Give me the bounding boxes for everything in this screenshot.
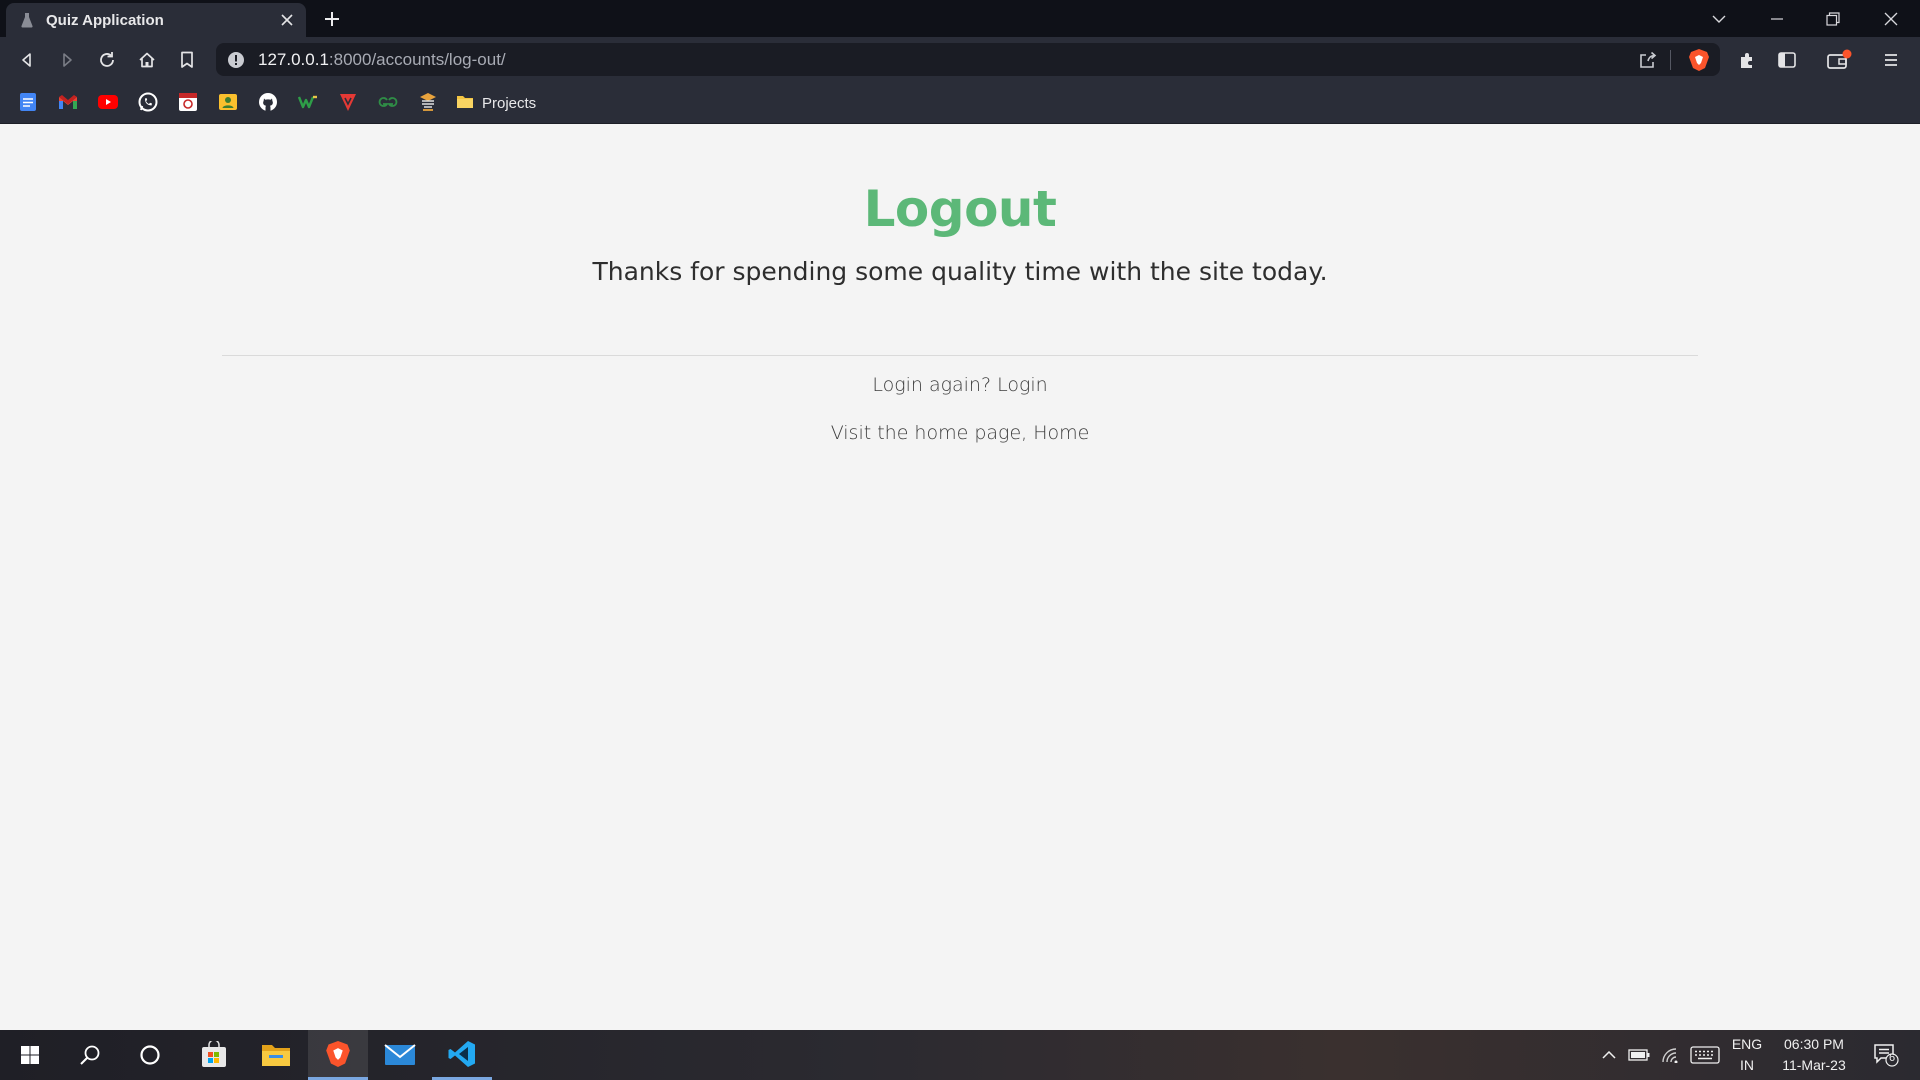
restore-icon[interactable] xyxy=(1810,0,1856,37)
login-prompt: Login again? xyxy=(872,374,992,396)
forward-icon[interactable] xyxy=(54,47,80,73)
bookmark-folder-projects[interactable]: Projects xyxy=(456,92,536,114)
mail-icon[interactable] xyxy=(370,1030,430,1080)
brave-taskbar-icon[interactable] xyxy=(308,1030,368,1080)
language-region: IN xyxy=(1740,1057,1754,1073)
wallet-icon[interactable] xyxy=(1826,47,1852,73)
gmail-icon[interactable] xyxy=(58,92,78,112)
bookmark-folder-label: Projects xyxy=(482,94,537,112)
google-docs-icon[interactable] xyxy=(18,92,38,112)
keyboard-icon[interactable] xyxy=(1688,1030,1722,1080)
new-tab-button[interactable] xyxy=(320,7,344,31)
url-host: 127.0.0.1 xyxy=(258,50,329,69)
home-prompt: Visit the home page, xyxy=(830,422,1028,444)
folder-icon xyxy=(456,94,474,113)
language-indicator[interactable]: ENG IN xyxy=(1726,1030,1768,1080)
file-explorer-icon[interactable] xyxy=(246,1030,306,1080)
info-icon[interactable] xyxy=(227,51,245,73)
home-icon[interactable] xyxy=(134,47,160,73)
bookmark-icon[interactable] xyxy=(174,47,200,73)
whatsapp-icon[interactable] xyxy=(138,92,158,112)
w-bookmark-icon[interactable] xyxy=(298,92,318,112)
github-icon[interactable] xyxy=(258,92,278,112)
youtube-icon[interactable] xyxy=(98,92,118,112)
login-again-line: Login again? Login xyxy=(0,374,1920,396)
extensions-icon[interactable] xyxy=(1734,47,1760,73)
home-link[interactable]: Home xyxy=(1033,422,1089,444)
stack-icon[interactable] xyxy=(418,92,438,112)
menu-icon[interactable] xyxy=(1878,47,1904,73)
browser-toolbar: 127.0.0.1:8000/accounts/log-out/ xyxy=(0,37,1920,82)
microsoft-store-icon[interactable] xyxy=(184,1030,244,1080)
divider xyxy=(222,355,1698,356)
tab-bar: Quiz Application xyxy=(0,0,1920,37)
reload-icon[interactable] xyxy=(94,47,120,73)
page-content: Logout Thanks for spending some quality … xyxy=(0,124,1920,1030)
sidebar-icon[interactable] xyxy=(1774,47,1800,73)
home-page-line: Visit the home page, Home xyxy=(0,422,1920,444)
tab-quiz-application[interactable]: Quiz Application xyxy=(6,3,306,37)
close-icon[interactable] xyxy=(278,11,296,29)
url-text: 127.0.0.1:8000/accounts/log-out/ xyxy=(258,43,506,76)
search-icon[interactable] xyxy=(60,1030,120,1080)
clock-time: 06:30 PM xyxy=(1784,1036,1844,1052)
login-link[interactable]: Login xyxy=(997,374,1048,396)
share-icon[interactable] xyxy=(1638,50,1658,74)
v-bookmark-icon[interactable] xyxy=(338,92,358,112)
address-bar-separator xyxy=(1670,50,1671,70)
windows-taskbar: ENG IN 06:30 PM 11-Mar-23 6 xyxy=(0,1030,1920,1080)
chevron-up-icon[interactable] xyxy=(1598,1030,1620,1080)
notification-count: 6 xyxy=(1889,1052,1896,1064)
cortana-icon[interactable] xyxy=(120,1030,180,1080)
address-bar[interactable]: 127.0.0.1:8000/accounts/log-out/ xyxy=(216,43,1720,76)
geeksforgeeks-icon[interactable] xyxy=(378,92,398,112)
back-icon[interactable] xyxy=(14,47,40,73)
minimize-icon[interactable] xyxy=(1754,0,1800,37)
battery-icon[interactable] xyxy=(1626,1030,1652,1080)
vscode-icon[interactable] xyxy=(432,1030,492,1080)
notifications-icon[interactable]: 6 xyxy=(1866,1030,1906,1080)
page-subtitle: Thanks for spending some quality time wi… xyxy=(592,257,1328,286)
clock[interactable]: 06:30 PM 11-Mar-23 xyxy=(1772,1030,1856,1080)
language-code: ENG xyxy=(1731,1036,1763,1052)
contacts-icon[interactable] xyxy=(218,92,238,112)
brave-shields-icon[interactable] xyxy=(1688,48,1710,76)
bookmarks-bar: Projects xyxy=(0,82,1920,124)
url-path: :8000/accounts/log-out/ xyxy=(328,50,506,69)
close-window-icon[interactable] xyxy=(1868,0,1914,37)
windows-start-icon[interactable] xyxy=(0,1030,60,1080)
page-title: Logout xyxy=(863,180,1057,238)
flask-icon xyxy=(20,12,34,28)
tab-search-chevron-icon[interactable] xyxy=(1696,0,1742,37)
calendar-app-icon[interactable] xyxy=(178,92,198,112)
wifi-icon[interactable] xyxy=(1658,1030,1684,1080)
clock-date: 11-Mar-23 xyxy=(1782,1057,1846,1073)
tab-title: Quiz Application xyxy=(46,11,164,29)
